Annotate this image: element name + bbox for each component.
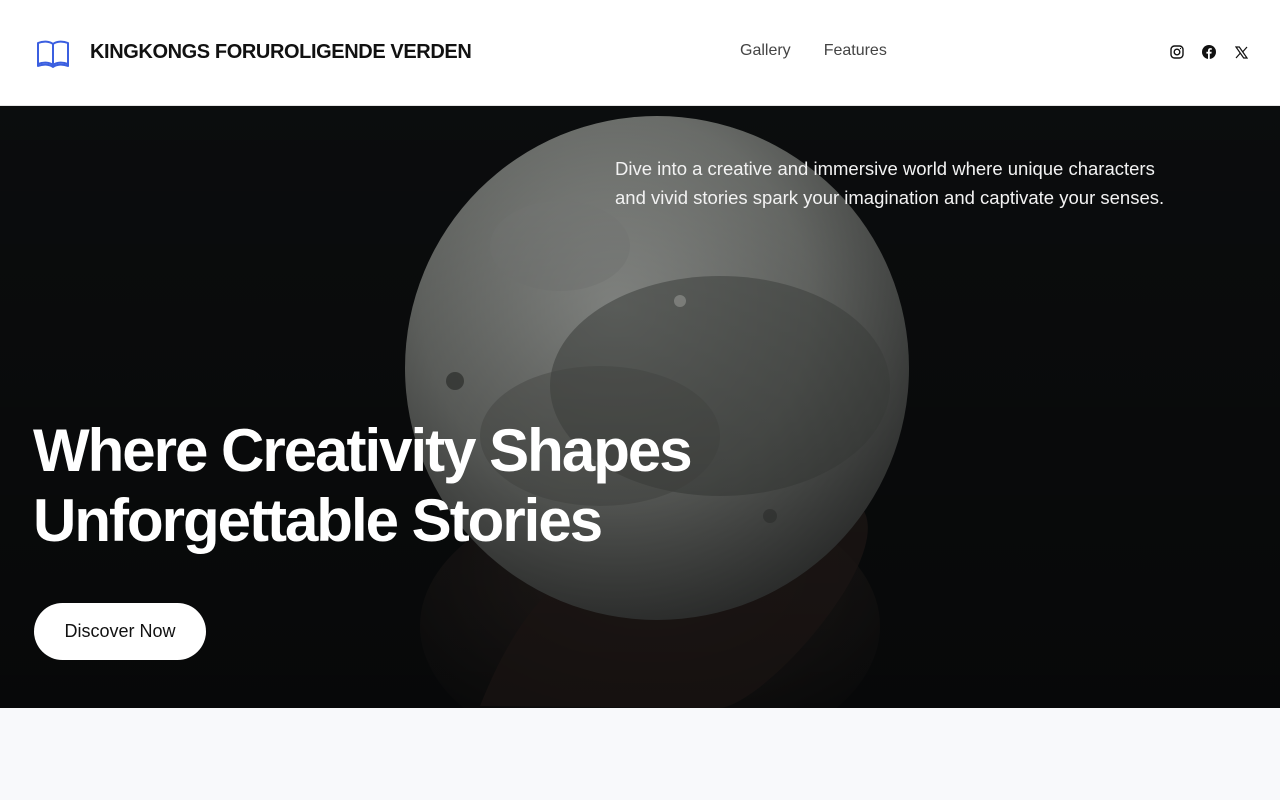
discover-now-button[interactable]: Discover Now	[34, 603, 206, 660]
open-book-icon	[36, 38, 70, 68]
instagram-icon[interactable]	[1170, 44, 1184, 60]
content-section	[0, 708, 1280, 800]
hero-title: Where Creativity Shapes Unforgettable St…	[33, 416, 793, 556]
x-icon[interactable]	[1234, 44, 1248, 60]
hero-title-line-1: Where Creativity Shapes	[33, 417, 693, 484]
hero-description: Dive into a creative and immersive world…	[615, 158, 1165, 208]
brand[interactable]: KINGKONGS FORUROLIGENDE VERDEN	[36, 38, 472, 68]
social-links	[1170, 44, 1248, 60]
facebook-icon[interactable]	[1202, 44, 1216, 60]
brand-name: KINGKONGS FORUROLIGENDE VERDEN	[90, 41, 472, 63]
nav-link-gallery[interactable]: Gallery	[740, 42, 791, 60]
hero-section: Dive into a creative and immersive world…	[0, 106, 1280, 708]
hero-title-line-2: Unforgettable Stories	[33, 487, 603, 554]
nav-link-features[interactable]: Features	[824, 42, 887, 60]
site-header: KINGKONGS FORUROLIGENDE VERDEN Gallery F…	[0, 0, 1280, 106]
main-nav: Gallery Features	[740, 42, 887, 60]
